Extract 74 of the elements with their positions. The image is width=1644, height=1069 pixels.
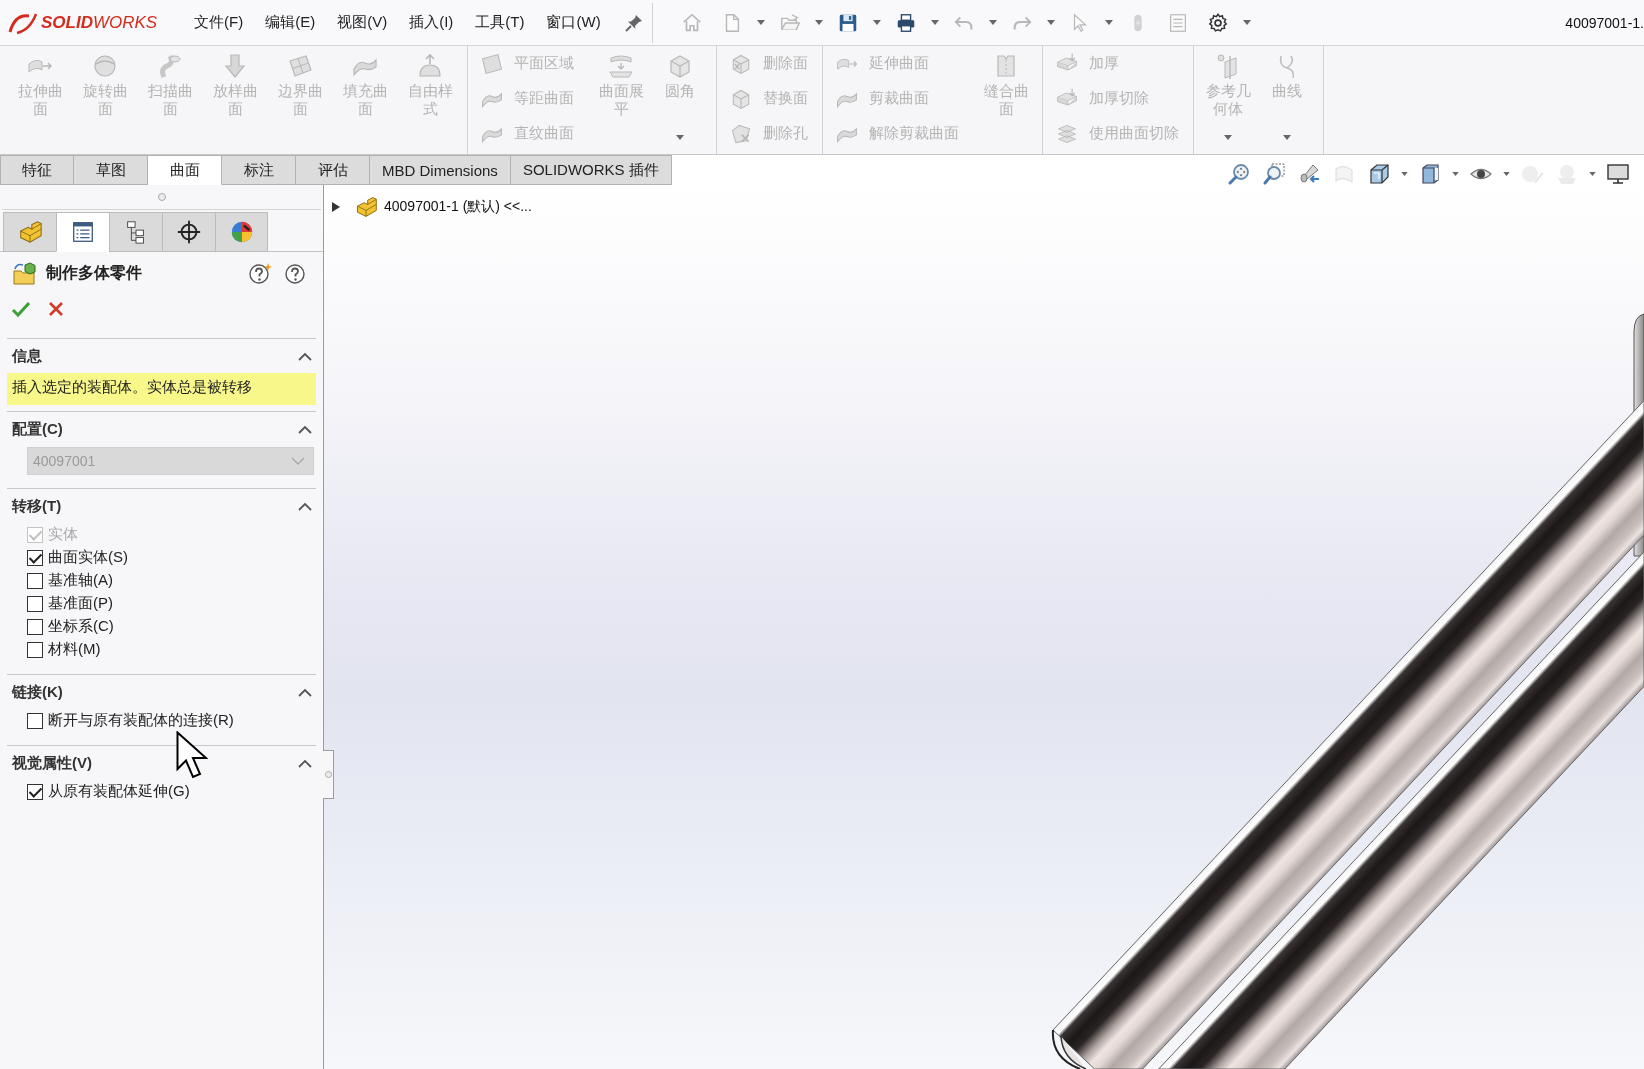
tab[interactable]: SOLIDWORKS 插件 bbox=[510, 155, 672, 185]
torch-arrow-icon[interactable] bbox=[1297, 162, 1321, 186]
checkbox[interactable] bbox=[27, 549, 43, 566]
section-title[interactable]: 信息 bbox=[12, 346, 42, 366]
checkbox[interactable] bbox=[27, 618, 43, 635]
caret-icon[interactable] bbox=[1401, 172, 1408, 176]
tab[interactable]: 曲面 bbox=[148, 155, 222, 185]
checkbox[interactable] bbox=[27, 595, 43, 612]
caret-icon[interactable] bbox=[1452, 172, 1459, 176]
menu-item[interactable]: 窗口(W) bbox=[535, 6, 612, 39]
panel-tab[interactable] bbox=[56, 212, 109, 252]
zoom-area-icon[interactable] bbox=[1262, 162, 1286, 186]
splitter-grip[interactable] bbox=[324, 771, 332, 778]
tree-node[interactable]: 40097001-1 (默认) <<... bbox=[384, 198, 532, 216]
chevron-up-icon[interactable] bbox=[298, 758, 312, 768]
window-title: 40097001-1. bbox=[1565, 14, 1644, 31]
folder-cube-icon bbox=[12, 261, 36, 285]
caret-icon[interactable] bbox=[1242, 20, 1251, 25]
checkbox-label[interactable]: 基准面(P) bbox=[48, 594, 113, 613]
checkbox-label[interactable]: 坐标系(C) bbox=[48, 617, 114, 636]
expand-arrow-icon[interactable] bbox=[332, 202, 340, 212]
tab[interactable]: 草图 bbox=[74, 155, 148, 185]
checkbox[interactable] bbox=[27, 712, 43, 729]
chevron-up-icon[interactable] bbox=[298, 351, 312, 361]
section-title[interactable]: 转移(T) bbox=[12, 496, 62, 516]
menu-item[interactable]: 编辑(E) bbox=[254, 6, 327, 39]
tab[interactable]: 标注 bbox=[222, 155, 296, 185]
sheet-arrow-icon bbox=[607, 52, 635, 80]
tab[interactable]: 评估 bbox=[296, 155, 370, 185]
zoom-to-fit-icon[interactable] bbox=[1227, 162, 1251, 186]
checkbox-label[interactable]: 材料(M) bbox=[48, 640, 101, 659]
checkbox[interactable] bbox=[27, 641, 43, 658]
help-icon[interactable] bbox=[284, 262, 306, 284]
grid-surface-icon bbox=[286, 52, 314, 80]
checkbox[interactable] bbox=[27, 572, 43, 589]
section-title[interactable]: 视觉属性(V) bbox=[12, 753, 92, 773]
section-title[interactable]: 链接(K) bbox=[12, 682, 63, 702]
caret-icon[interactable] bbox=[1503, 172, 1510, 176]
monitor-icon[interactable] bbox=[1606, 162, 1630, 186]
caret-icon[interactable] bbox=[930, 20, 939, 25]
list-icon bbox=[70, 219, 96, 245]
chevron-down-icon bbox=[291, 456, 305, 466]
sphere-icon bbox=[91, 52, 119, 80]
plane-icon bbox=[480, 51, 504, 76]
part-icon bbox=[354, 195, 378, 219]
chevron-up-icon[interactable] bbox=[298, 501, 312, 511]
checkbox-label[interactable]: 断开与原有装配体的连接(R) bbox=[48, 711, 234, 730]
tab[interactable]: MBD Dimensions bbox=[370, 155, 511, 185]
pin-icon[interactable] bbox=[623, 12, 644, 33]
checkbox-label[interactable]: 曲面实体(S) bbox=[48, 548, 128, 567]
checkbox-label[interactable]: 从原有装配体延伸(G) bbox=[48, 782, 190, 801]
check-icon[interactable] bbox=[10, 299, 32, 319]
logo-text: SOLIDWORKS bbox=[41, 12, 158, 33]
checkbox-label[interactable]: 基准轴(A) bbox=[48, 571, 113, 590]
panel-tab[interactable] bbox=[109, 212, 162, 252]
checkbox[interactable] bbox=[27, 783, 43, 800]
panel-tab[interactable] bbox=[162, 212, 215, 252]
menu-item[interactable]: 工具(T) bbox=[464, 6, 536, 39]
dome-arrow-icon bbox=[416, 52, 444, 80]
crosshair-icon bbox=[176, 219, 202, 245]
caret-icon[interactable] bbox=[872, 20, 881, 25]
view-cube-icon[interactable] bbox=[1367, 162, 1391, 186]
panel-title: 制作多体零件 bbox=[46, 262, 142, 283]
info-message: 插入选定的装配体。实体总是被转移 bbox=[7, 373, 316, 405]
menu-item[interactable]: 视图(V) bbox=[326, 6, 399, 39]
mouse-cursor-icon bbox=[176, 731, 208, 781]
menu-item[interactable]: 文件(F) bbox=[183, 6, 255, 39]
settings-icon[interactable] bbox=[1206, 11, 1229, 34]
part-icon bbox=[17, 219, 43, 245]
chevron-up-icon[interactable] bbox=[298, 687, 312, 697]
help-sparkle-icon[interactable] bbox=[248, 262, 272, 284]
tab[interactable]: 特征 bbox=[0, 155, 74, 185]
splitter-grip[interactable] bbox=[157, 193, 166, 201]
menu-item[interactable]: 插入(I) bbox=[398, 6, 465, 39]
